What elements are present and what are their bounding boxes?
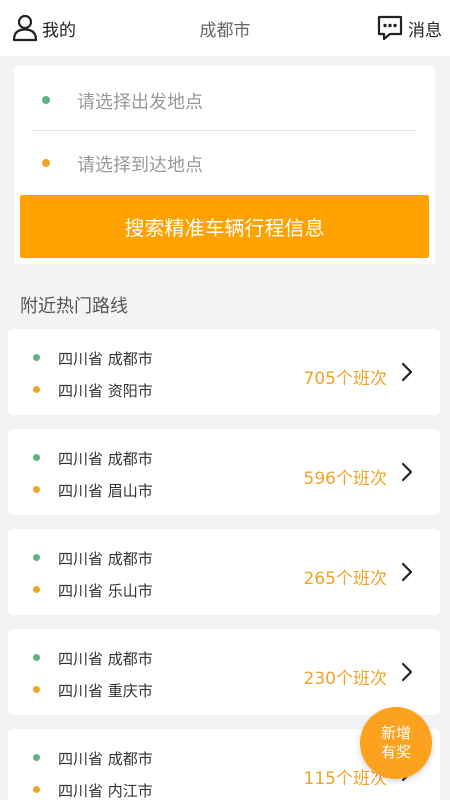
origin-dot-icon [33,354,40,361]
destination-dot-icon [33,686,40,693]
route-card[interactable]: 四川省 成都市 四川省 眉山市 596个班次 [8,429,440,515]
chevron-right-icon [401,462,413,482]
destination-dot-icon [33,486,40,493]
fab-line-1: 新增 [380,724,411,742]
route-card[interactable]: 四川省 成都市 四川省 乐山市 265个班次 [8,529,440,615]
arrival-field[interactable]: 请选择到达地点 [14,131,435,195]
route-card[interactable]: 四川省 成都市 四川省 重庆市 230个班次 [8,629,440,715]
destination-dot-icon [33,386,40,393]
route-destination: 四川省 重庆市 [58,682,153,700]
chat-bubble-icon [377,15,403,41]
origin-dot-icon [33,654,40,661]
route-destination: 四川省 内江市 [58,782,153,800]
chevron-right-icon [401,662,413,682]
route-trip-count: 230个班次 [303,669,387,689]
origin-dot-icon [33,754,40,761]
chevron-right-icon [401,562,413,582]
route-destination: 四川省 资阳市 [58,382,153,400]
arrival-placeholder: 请选择到达地点 [77,155,203,176]
origin-dot-icon [33,454,40,461]
route-trip-count: 265个班次 [303,569,387,589]
route-trip-count: 596个班次 [303,469,387,489]
route-origin: 四川省 成都市 [58,650,153,668]
route-origin: 四川省 成都市 [58,350,153,368]
city-selector[interactable]: 成都市 [200,21,251,41]
route-origin: 四川省 成都市 [58,450,153,468]
chevron-right-icon [401,362,413,382]
arrival-dot-icon [42,159,50,167]
origin-dot-icon [33,554,40,561]
route-destination: 四川省 眉山市 [58,482,153,500]
departure-placeholder: 请选择出发地点 [77,92,203,113]
departure-dot-icon [42,96,50,104]
route-destination: 四川省 乐山市 [58,582,153,600]
section-title: 附近热门路线 [20,296,128,317]
profile-label: 我的 [42,20,76,41]
top-bar: 我的 成都市 消息 [0,0,450,56]
destination-dot-icon [33,586,40,593]
user-icon [12,14,38,42]
profile-button[interactable]: 我的 [12,12,76,44]
route-origin: 四川省 成都市 [58,550,153,568]
new-reward-fab[interactable]: 新增 有奖 [360,707,432,779]
search-card: 请选择出发地点 请选择到达地点 搜索精准车辆行程信息 [14,66,435,264]
messages-label: 消息 [408,20,442,41]
messages-button[interactable]: 消息 [376,12,442,44]
departure-field[interactable]: 请选择出发地点 [14,66,435,130]
destination-dot-icon [33,786,40,793]
fab-line-2: 有奖 [380,743,411,761]
route-card[interactable]: 四川省 成都市 四川省 资阳市 705个班次 [8,329,440,415]
route-origin: 四川省 成都市 [58,750,153,768]
route-trip-count: 705个班次 [303,369,387,389]
search-button[interactable]: 搜索精准车辆行程信息 [20,195,429,258]
